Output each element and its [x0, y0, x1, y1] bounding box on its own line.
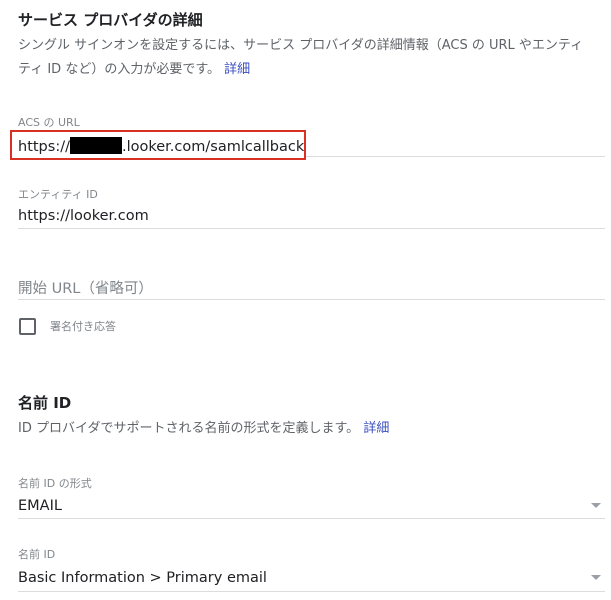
acs-url-underline [306, 156, 605, 157]
sp-details-description-line2-text: ティ ID など）の入力が必要です。 [18, 62, 221, 77]
entity-id-underline [18, 228, 605, 229]
sp-details-description-line2: ティ ID など）の入力が必要です。 詳細 [18, 58, 608, 82]
name-id-select[interactable]: Basic Information > Primary email [18, 570, 267, 586]
sp-details-title: サービス プロバイダの詳細 [18, 11, 203, 29]
name-id-description: ID プロバイダでサポートされる名前の形式を定義します。 詳細 [18, 417, 389, 441]
name-id-format-select[interactable]: EMAIL [18, 498, 62, 514]
acs-url-suffix: .looker.com/samlcallback [121, 139, 305, 155]
name-id-underline [18, 591, 605, 592]
acs-url-label: ACS の URL [18, 116, 80, 129]
start-url-underline [18, 299, 605, 300]
entity-id-field[interactable]: https://looker.com [18, 208, 149, 224]
acs-url-prefix: https:// [18, 139, 70, 155]
name-id-title: 名前 ID [18, 394, 72, 412]
sp-details-description-line1: シングル サインオンを設定するには、サービス プロバイダの詳細情報（ACS の … [18, 38, 584, 53]
sp-details-learn-more-link[interactable]: 詳細 [224, 62, 250, 77]
name-id-label: 名前 ID [18, 548, 56, 561]
name-id-description-text: ID プロバイダでサポートされる名前の形式を定義します。 [18, 421, 360, 436]
chevron-down-icon[interactable] [591, 575, 601, 580]
start-url-field[interactable]: 開始 URL（省略可） [18, 277, 153, 298]
signed-response-checkbox[interactable] [19, 318, 36, 335]
entity-id-label: エンティティ ID [18, 188, 98, 201]
redacted-block [69, 137, 122, 154]
acs-url-field[interactable]: https:// .looker.com/samlcallback [18, 137, 304, 155]
sp-details-description: シングル サインオンを設定するには、サービス プロバイダの詳細情報（ACS の … [18, 34, 608, 82]
name-id-format-underline [18, 518, 605, 519]
name-id-learn-more-link[interactable]: 詳細 [363, 421, 389, 436]
name-id-format-label: 名前 ID の形式 [18, 477, 92, 490]
signed-response-label: 署名付き応答 [50, 320, 116, 333]
chevron-down-icon[interactable] [591, 503, 601, 508]
